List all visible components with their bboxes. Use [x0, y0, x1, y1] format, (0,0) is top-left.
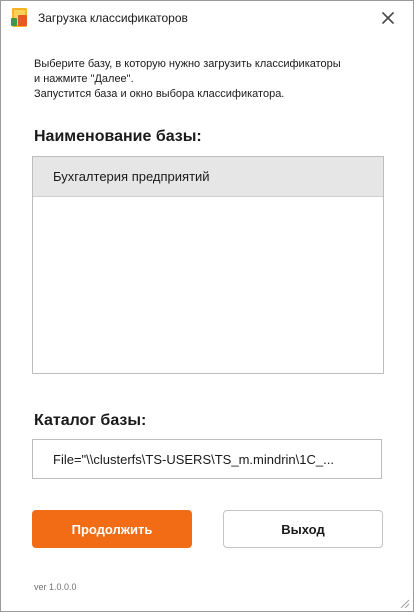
version-label: ver 1.0.0.0 — [34, 582, 77, 592]
db-catalog-label: Каталог базы: — [34, 412, 147, 429]
classifier-app-icon — [10, 7, 30, 29]
db-catalog-field[interactable]: File="\\clusterfs\TS-USERS\TS_m.mindrin\… — [32, 439, 382, 479]
db-catalog-value: File="\\clusterfs\TS-USERS\TS_m.mindrin\… — [53, 452, 334, 467]
instruction-line: Запустится база и окно выбора классифика… — [34, 88, 285, 100]
close-button[interactable] — [374, 5, 402, 31]
database-list[interactable]: Бухгалтерия предприятий — [32, 156, 384, 374]
db-name-label: Наименование базы: — [34, 128, 202, 145]
resize-grip-icon[interactable] — [398, 597, 410, 609]
exit-button[interactable]: Выход — [223, 510, 383, 548]
continue-button[interactable]: Продолжить — [32, 510, 192, 548]
instruction-line: и нажмите "Далее". — [34, 73, 134, 85]
instruction-line: Выберите базу, в которую нужно загрузить… — [34, 58, 341, 70]
instructions-text: Выберите базу, в которую нужно загрузить… — [34, 57, 341, 102]
close-icon — [381, 11, 395, 25]
dialog-window: Загрузка классификаторов Выберите базу, … — [0, 0, 414, 612]
database-list-item[interactable]: Бухгалтерия предприятий — [33, 157, 383, 197]
title-bar[interactable]: Загрузка классификаторов — [1, 1, 413, 37]
window-title: Загрузка классификаторов — [38, 11, 188, 25]
